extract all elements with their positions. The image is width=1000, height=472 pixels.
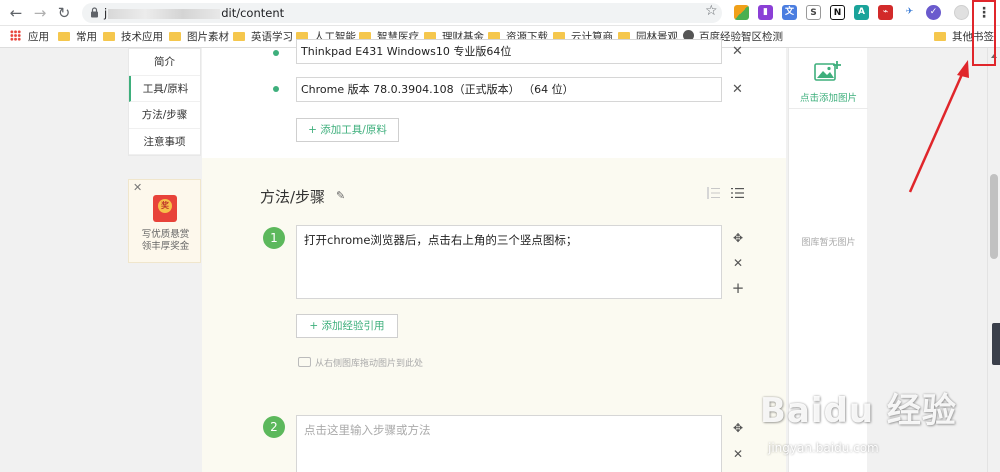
add-tool-button[interactable]: + 添加工具/原料 — [296, 118, 399, 142]
folder-icon — [58, 32, 70, 41]
steps-title: 方法/步骤 — [260, 188, 326, 206]
nav-item-notes[interactable]: 注意事项 — [129, 129, 200, 155]
gallery-empty-text: 图库暂无图片 — [801, 238, 856, 248]
close-icon[interactable]: ✕ — [133, 181, 142, 194]
bullet-dot — [273, 50, 279, 56]
baidu-jingyan-watermark: Baidu 经验 jingyan.baidu.com — [760, 383, 980, 463]
add-reference-button[interactable]: + 添加经验引用 — [296, 314, 398, 338]
scrollbar-thumb[interactable] — [990, 174, 998, 259]
tool-input[interactable]: Chrome 版本 78.0.3904.108（正式版本） （64 位） — [296, 77, 722, 102]
editor-panel: Thinkpad E431 Windows10 专业版64位 ✕ Chrome … — [202, 39, 786, 472]
move-icon[interactable]: ✥ — [731, 421, 745, 435]
nav-item-steps[interactable]: 方法/步骤 — [129, 102, 200, 129]
folder-icon — [233, 32, 245, 41]
folder-icon — [103, 32, 115, 41]
bookmark-folder[interactable]: 英语学习 — [233, 30, 293, 44]
pencil-icon[interactable]: ✎ — [336, 189, 345, 202]
bookmark-apps[interactable]: 应用 — [10, 30, 49, 44]
add-image-icon — [814, 61, 841, 81]
redacted-url-segment — [108, 8, 221, 19]
nav-item-tools[interactable]: 工具/原料 — [129, 75, 200, 102]
add-image-label: 点击添加图片 — [799, 93, 857, 104]
remove-tool-icon[interactable]: ✕ — [732, 44, 743, 59]
tool-input[interactable]: Thinkpad E431 Windows10 专业版64位 — [296, 39, 722, 64]
url-text: j dit/content — [104, 6, 285, 20]
watermark-site: jingyan.baidu.com — [768, 441, 879, 455]
step-text-input[interactable]: 打开chrome浏览器后，点击右上角的三个竖点图标； — [296, 225, 722, 299]
delete-step-icon[interactable]: ✕ — [731, 256, 745, 270]
a-icon[interactable]: A — [854, 5, 869, 20]
bookmark-folder[interactable]: 技术应用 — [103, 30, 163, 44]
red-envelope-icon: 奖 — [153, 195, 177, 222]
bird-icon[interactable]: ✈ — [902, 5, 917, 20]
reward-badge: 奖 — [158, 199, 172, 213]
check-circle-icon[interactable]: ✓ — [926, 5, 941, 20]
bookmark-star-icon[interactable]: ☆ — [705, 3, 718, 19]
lock-icon — [91, 7, 98, 18]
reload-icon[interactable]: ↻ — [54, 3, 74, 23]
reward-ad[interactable]: ✕ 奖 写优质悬赏 领丰厚奖金 — [128, 179, 201, 263]
pdf-icon[interactable]: ⌁ — [878, 5, 893, 20]
side-feedback-tab[interactable] — [992, 323, 1000, 365]
step-text-input[interactable]: 点击这里输入步骤或方法 — [296, 415, 722, 472]
move-icon[interactable]: ✥ — [731, 231, 745, 245]
step-number-badge: 1 — [263, 227, 285, 249]
page-scrollbar[interactable] — [987, 48, 1000, 472]
bullet-list-icon[interactable] — [731, 187, 744, 199]
apps-grid-icon — [10, 30, 21, 41]
numbered-list-icon[interactable] — [707, 187, 720, 199]
forward-arrow-icon[interactable]: → — [30, 3, 50, 23]
ad-line-2: 领丰厚奖金 — [141, 241, 190, 252]
n-icon[interactable]: N — [830, 5, 845, 20]
back-arrow-icon[interactable]: ← — [6, 3, 26, 23]
bullet-dot — [273, 86, 279, 92]
nav-item-intro[interactable]: 简介 — [129, 49, 200, 76]
translate-icon[interactable]: 文 — [782, 5, 797, 20]
bookmark-folder[interactable]: 常用 — [58, 30, 97, 44]
watermark-brand: Baidu 经验 — [760, 391, 957, 431]
bookmark-folder[interactable]: 图片素材 — [169, 30, 229, 44]
folder-icon — [169, 32, 181, 41]
profile-avatar-icon[interactable] — [954, 5, 969, 20]
shield-multicolor-icon[interactable] — [734, 5, 749, 20]
ipf-icon[interactable]: ▮ — [758, 5, 773, 20]
address-bar[interactable]: j dit/content — [82, 3, 722, 23]
article-section-nav: 简介 工具/原料 方法/步骤 注意事项 — [128, 48, 201, 156]
ad-line-1: 写优质悬赏 — [141, 229, 190, 240]
add-step-icon[interactable]: + — [731, 279, 745, 297]
image-icon — [298, 357, 311, 367]
remove-tool-icon[interactable]: ✕ — [732, 82, 743, 97]
browser-toolbar: ← → ↻ j dit/content ☆ ▮ 文 S N A ⌁ ✈ ✓ ⋮ — [0, 0, 1000, 26]
add-image-button[interactable]: 点击添加图片 — [789, 48, 868, 109]
image-drop-hint: 从右侧图库拖动图片到此处 — [298, 356, 423, 369]
annotation-highlight-box — [972, 0, 996, 66]
folder-icon — [934, 32, 946, 41]
s-slash-icon[interactable]: S — [806, 5, 821, 20]
delete-step-icon[interactable]: ✕ — [731, 447, 745, 461]
step-number-badge: 2 — [263, 416, 285, 438]
